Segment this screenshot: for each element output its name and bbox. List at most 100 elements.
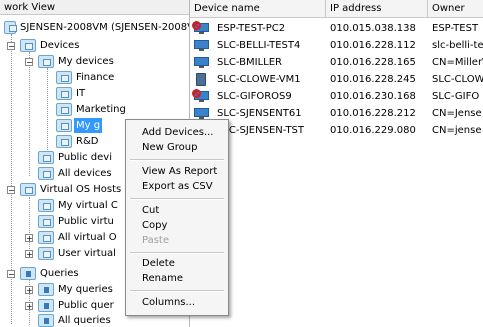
device-name: SLC-BELLI-TEST4	[217, 40, 301, 51]
query-folder-icon	[20, 267, 36, 280]
device-owner: CN=Jense	[432, 108, 482, 119]
folder-icon	[56, 71, 72, 84]
tree-node-server[interactable]: SJENSEN-2008VM (SJENSEN-2008VM)	[4, 20, 189, 35]
device-row[interactable]: ESP-TEST-PC2 010.015.038.138 ESP-TEST	[190, 21, 483, 37]
tree-node-all-queries[interactable]: All queries	[38, 313, 113, 327]
folder-icon	[38, 167, 54, 180]
device-name: SLC-SJENSEN-TST	[217, 125, 305, 136]
device-row[interactable]: SLC-BELLI-TEST4 010.016.228.112 slc-bell…	[190, 38, 483, 54]
device-owner: SLC-CLOW	[432, 74, 483, 85]
tree-node-queries[interactable]: Queries	[20, 266, 81, 281]
menu-item-add-devices[interactable]: Add Devices...	[142, 126, 213, 140]
device-name: SLC-SJENSENT61	[217, 108, 302, 119]
collapse-toggle[interactable]: −	[25, 58, 33, 67]
device-row[interactable]: SLC-CLOWE-VM1 010.016.228.245 SLC-CLOW	[190, 72, 483, 88]
tree-line	[11, 34, 12, 324]
device-ip: 010.016.229.080	[330, 125, 416, 136]
column-header-device-name[interactable]: Device name	[190, 0, 326, 18]
folder-icon	[38, 55, 54, 68]
menu-separator	[130, 290, 224, 292]
device-owner: CN=jense	[432, 125, 482, 136]
device-row[interactable]: SLC-GIFOROS9 010.016.230.168 SLC-GIFO	[190, 89, 483, 105]
query-folder-icon	[38, 314, 54, 327]
device-name: ESP-TEST-PC2	[217, 23, 286, 34]
query-folder-icon	[38, 299, 54, 312]
device-row[interactable]: SLC-SJENSENT61 010.016.228.212 CN=Jense	[190, 106, 483, 122]
folder-icon	[38, 199, 54, 212]
tree-node-my-group[interactable]: My g	[56, 118, 103, 133]
device-owner: ESP-TEST	[432, 23, 479, 34]
context-menu[interactable]: Add Devices... New Group View As Report …	[125, 119, 229, 316]
tree-node-virtual-os-hosts[interactable]: Virtual OS Hosts	[20, 182, 123, 197]
device-row[interactable]: SLC-BMILLER 010.016.228.165 CN=Miller\	[190, 55, 483, 71]
menu-item-export-csv[interactable]: Export as CSV	[142, 180, 213, 194]
no-entry-icon	[192, 21, 201, 30]
device-name: SLC-BMILLER	[217, 57, 282, 68]
tree-node-rnd[interactable]: R&D	[56, 134, 100, 149]
tree-node-all-virtual[interactable]: All virtual O	[38, 230, 119, 245]
folder-icon	[38, 151, 54, 164]
tree-node-user-virtual[interactable]: User virtual	[38, 246, 118, 261]
column-header-ip-address[interactable]: IP address	[326, 0, 428, 18]
tree-node-it[interactable]: IT	[56, 86, 87, 101]
tree-node-public-virtual[interactable]: Public virtu	[38, 214, 116, 229]
menu-separator	[130, 252, 224, 254]
folder-icon	[38, 247, 54, 260]
tree-node-marketing[interactable]: Marketing	[56, 102, 128, 117]
device-list[interactable]: Device name IP address Owner ESP-TEST-PC…	[190, 0, 483, 327]
folder-icon	[56, 119, 72, 132]
menu-item-columns[interactable]: Columns...	[142, 296, 195, 310]
column-header-owner[interactable]: Owner	[428, 0, 483, 18]
tree-node-my-virtual[interactable]: My virtual C	[38, 198, 120, 213]
tree-line	[29, 197, 30, 255]
folder-icon	[20, 39, 36, 52]
expand-toggle[interactable]: +	[25, 234, 33, 243]
tree-node-public-queries[interactable]: Public quer	[38, 298, 116, 313]
device-ip: 010.015.038.138	[330, 23, 416, 34]
device-row[interactable]: SLC-SJENSEN-TST 010.016.229.080 CN=jense	[190, 123, 483, 139]
device-ip: 010.016.228.112	[330, 40, 416, 51]
menu-item-rename[interactable]: Rename	[142, 272, 183, 286]
expand-toggle[interactable]: +	[25, 250, 33, 259]
collapse-toggle[interactable]: −	[7, 270, 15, 279]
device-owner: slc-belli-te	[432, 40, 483, 51]
device-name: SLC-CLOWE-VM1	[217, 74, 301, 85]
device-ip: 010.016.228.165	[330, 57, 416, 68]
folder-icon	[56, 103, 72, 116]
query-folder-icon	[38, 283, 54, 296]
menu-item-cut[interactable]: Cut	[142, 204, 159, 218]
device-ip: 010.016.228.245	[330, 74, 416, 85]
tree-line	[47, 68, 48, 158]
server-icon	[4, 21, 17, 34]
tree-header: work View	[0, 0, 189, 15]
monitor-icon	[194, 108, 209, 119]
folder-icon	[20, 183, 36, 196]
expand-toggle[interactable]: +	[25, 302, 33, 311]
collapse-toggle[interactable]: −	[7, 186, 15, 195]
menu-item-view-as-report[interactable]: View As Report	[142, 165, 217, 179]
tree-node-my-queries[interactable]: My queries	[38, 282, 115, 297]
tree-node-public-devices[interactable]: Public devi	[38, 150, 114, 165]
folder-icon	[38, 231, 54, 244]
device-name: SLC-GIFOROS9	[217, 91, 292, 102]
expand-toggle[interactable]: +	[25, 286, 33, 295]
menu-item-paste: Paste	[142, 235, 169, 246]
tree-node-devices[interactable]: Devices	[20, 38, 81, 53]
menu-item-copy[interactable]: Copy	[142, 219, 167, 233]
no-entry-icon	[192, 89, 201, 98]
device-ip: 010.016.228.212	[330, 108, 416, 119]
device-owner: SLC-GIFO	[432, 91, 480, 102]
folder-icon	[56, 135, 72, 148]
folder-icon	[38, 215, 54, 228]
tree-node-all-devices[interactable]: All devices	[38, 166, 114, 181]
menu-separator	[130, 159, 224, 161]
monitor-icon	[194, 57, 209, 68]
device-ip: 010.016.230.168	[330, 91, 416, 102]
monitor-icon	[194, 40, 209, 51]
tree-line	[29, 52, 30, 176]
tree-node-finance[interactable]: Finance	[56, 70, 116, 85]
tree-node-my-devices[interactable]: My devices	[38, 54, 116, 69]
menu-item-delete[interactable]: Delete	[142, 257, 175, 271]
collapse-toggle[interactable]: −	[7, 42, 15, 51]
menu-item-new-group[interactable]: New Group	[142, 141, 197, 155]
